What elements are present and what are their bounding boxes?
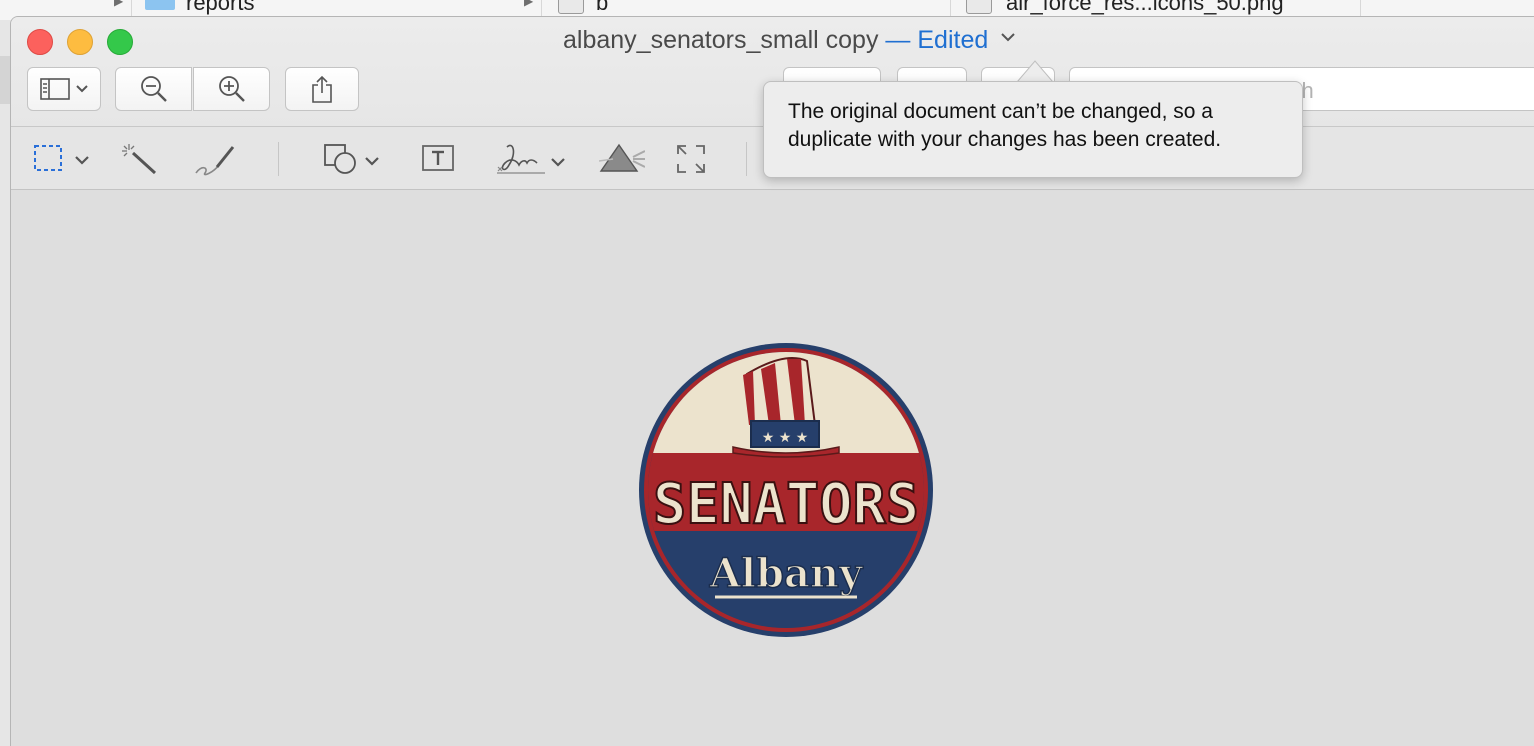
background-window-edge [0,20,11,746]
sketch-button[interactable] [193,143,237,182]
share-button[interactable] [285,67,359,111]
popover-message: The original document can’t be changed, … [788,100,1222,151]
chevron-down-icon [75,152,89,170]
close-button[interactable] [27,29,53,55]
albany-senators-logo[interactable]: ★ ★ ★ SENATORS Albany [637,341,935,644]
share-icon [310,75,334,103]
folder-name[interactable]: reports [186,0,254,16]
preview-window: albany_senators_small copy — Edited ★ ★ … [11,17,1534,746]
edited-label: — Edited [885,26,989,54]
sidebar-icon [40,78,70,100]
zoom-in-icon [217,74,247,104]
zoom-out-button[interactable] [115,67,192,111]
file-name[interactable]: b [596,0,608,16]
city-text: Albany [709,550,864,597]
adjust-color-button[interactable] [598,143,646,180]
image-file-icon [966,0,992,14]
selection-tool-button[interactable] [33,143,89,178]
chevron-down-icon [551,154,565,172]
zoom-out-icon [139,74,169,104]
file-icon [558,0,584,14]
instant-alpha-button[interactable] [121,143,159,180]
folder-icon [145,0,175,10]
file-name[interactable]: air_force_res...icons_50.png [1006,0,1284,16]
resize-icon [675,143,707,180]
zoom-button[interactable] [107,29,133,55]
shapes-icon [323,143,359,180]
disclosure-arrow-icon[interactable]: ▶ [524,0,533,8]
text-box-icon [421,143,455,178]
duplicate-info-popover: The original document can’t be changed, … [763,81,1303,178]
text-button[interactable] [421,143,455,178]
minimize-button[interactable] [67,29,93,55]
disclosure-arrow-icon[interactable]: ▶ [114,0,123,8]
chevron-down-icon [76,85,88,93]
shapes-button[interactable] [323,143,379,180]
chevron-down-icon[interactable] [1001,29,1015,47]
magic-wand-icon [121,143,159,180]
sketch-icon [193,143,237,182]
svg-text:★ ★ ★: ★ ★ ★ [762,430,809,446]
document-name: albany_senators_small copy [563,26,879,54]
chevron-down-icon [365,153,379,171]
sidebar-view-button[interactable] [27,67,101,111]
team-text: SENATORS [653,472,919,537]
window-title[interactable]: albany_senators_small copy — Edited [563,26,1015,55]
adjust-size-button[interactable] [675,143,707,180]
zoom-in-button[interactable] [193,67,270,111]
prism-icon [598,143,646,180]
sign-button[interactable] [495,143,565,182]
rect-selection-icon [33,143,63,178]
signature-icon [495,143,547,182]
